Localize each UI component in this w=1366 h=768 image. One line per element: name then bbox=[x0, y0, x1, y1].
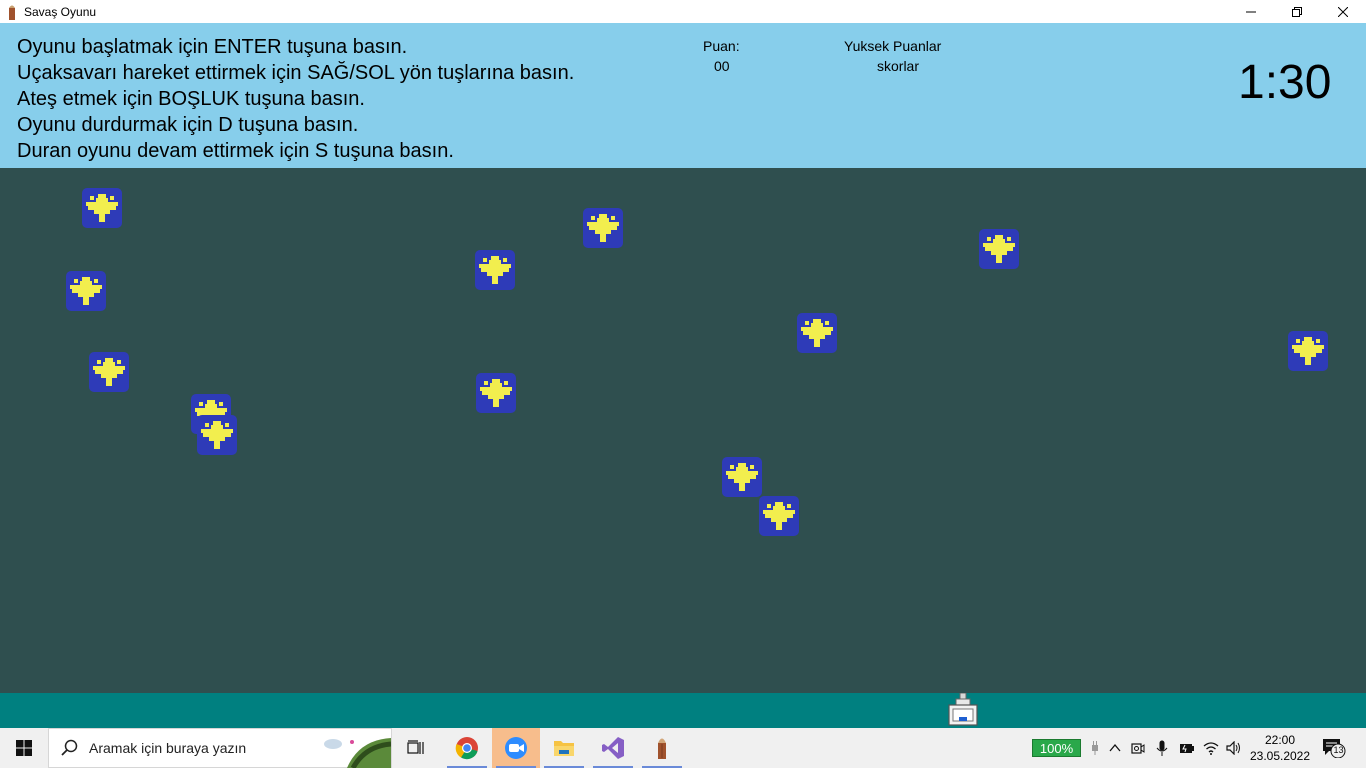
instruction-line: Oyunu durdurmak için D tuşuna basın. bbox=[17, 114, 359, 136]
chevron-up-icon bbox=[1109, 744, 1121, 752]
bullet-icon bbox=[658, 738, 666, 759]
info-panel: Oyunu başlatmak için ENTER tuşuna basın.… bbox=[0, 23, 1366, 168]
high-scores-label: Yuksek Puanlar bbox=[844, 38, 942, 54]
instruction-line: Ateş etmek için BOŞLUK tuşuna basın. bbox=[17, 88, 365, 110]
notification-center-button[interactable]: 13 bbox=[1322, 738, 1346, 759]
instruction-line: Oyunu başlatmak için ENTER tuşuna basın. bbox=[17, 36, 408, 58]
wifi-icon bbox=[1203, 742, 1219, 755]
windows-logo-icon bbox=[16, 740, 32, 756]
enemy-plane-icon bbox=[474, 371, 518, 415]
power-plug-icon bbox=[1092, 741, 1098, 755]
savas-oyunu-app[interactable] bbox=[638, 728, 686, 768]
enemy-plane-icon bbox=[473, 248, 517, 292]
close-icon bbox=[1338, 6, 1348, 17]
speaker-icon bbox=[1226, 741, 1240, 755]
wifi-tray[interactable] bbox=[1203, 740, 1219, 756]
taskbar: Aramak için buraya yazın 100% 22:00 23.0… bbox=[0, 728, 1366, 768]
volume-tray[interactable] bbox=[1226, 740, 1242, 756]
clock-time: 22:00 bbox=[1264, 733, 1296, 747]
notification-count: 13 bbox=[1333, 745, 1344, 755]
battery-charging-icon bbox=[1180, 744, 1194, 753]
enemy-plane-icon bbox=[795, 311, 839, 355]
instruction-line: Duran oyunu devam ettirmek için S tuşuna… bbox=[17, 140, 454, 162]
instructions: Oyunu başlatmak için ENTER tuşuna basın.… bbox=[17, 34, 574, 164]
chrome-app[interactable] bbox=[443, 728, 491, 768]
microphone-icon bbox=[1156, 740, 1168, 756]
enemy-plane-icon bbox=[64, 269, 108, 313]
enemy-plane-icon bbox=[1286, 329, 1330, 373]
enemy-plane-icon bbox=[720, 455, 764, 499]
window-controls bbox=[1228, 0, 1366, 23]
camera-icon bbox=[1131, 743, 1145, 754]
minimize-button[interactable] bbox=[1228, 0, 1274, 23]
camera-tray[interactable] bbox=[1130, 740, 1146, 756]
battery-indicator[interactable]: 100% bbox=[1032, 739, 1081, 757]
enemy-plane-icon bbox=[757, 494, 801, 538]
microphone-tray[interactable] bbox=[1154, 740, 1170, 756]
system-clock[interactable]: 22:00 23.05.2022 bbox=[1248, 732, 1312, 764]
power-tray[interactable] bbox=[1087, 740, 1103, 756]
visual-studio-app[interactable] bbox=[589, 728, 637, 768]
instruction-line: Uçaksavarı hareket ettirmek için SAĞ/SOL… bbox=[17, 62, 575, 84]
title-bar: Savaş Oyunu bbox=[0, 0, 1366, 23]
show-hidden-icons[interactable] bbox=[1107, 740, 1123, 756]
restore-icon bbox=[1292, 6, 1302, 17]
search-icon bbox=[61, 739, 78, 756]
window-title: Savaş Oyunu bbox=[24, 4, 97, 19]
clock-date: 23.05.2022 bbox=[1249, 749, 1311, 763]
timer: 1:30 bbox=[1238, 56, 1332, 109]
score-label: Puan: bbox=[703, 38, 740, 54]
minimize-icon bbox=[1246, 11, 1256, 12]
folder-icon bbox=[554, 741, 574, 756]
enemy-plane-icon bbox=[195, 413, 239, 457]
chrome-icon bbox=[455, 737, 478, 760]
close-button[interactable] bbox=[1320, 0, 1366, 23]
restore-button[interactable] bbox=[1274, 0, 1320, 23]
search-highlight-icon bbox=[324, 738, 391, 768]
enemy-plane-icon bbox=[977, 227, 1021, 271]
score-value: 00 bbox=[714, 58, 730, 74]
anti-aircraft-gun-icon bbox=[948, 693, 978, 726]
search-placeholder: Aramak için buraya yazın bbox=[89, 740, 247, 756]
task-view-icon bbox=[407, 740, 424, 754]
high-scores-value: skorlar bbox=[877, 58, 920, 74]
zoom-icon bbox=[505, 737, 527, 759]
start-button[interactable] bbox=[0, 728, 48, 768]
enemy-plane-icon bbox=[581, 206, 625, 250]
task-view-button[interactable] bbox=[392, 728, 440, 768]
enemy-plane-icon bbox=[80, 186, 124, 230]
search-box[interactable]: Aramak için buraya yazın bbox=[48, 728, 392, 768]
visual-studio-icon bbox=[602, 737, 624, 759]
zoom-app[interactable] bbox=[492, 728, 540, 768]
file-explorer-app[interactable] bbox=[540, 728, 588, 768]
game-area[interactable] bbox=[0, 168, 1366, 693]
battery-tray[interactable] bbox=[1179, 740, 1195, 756]
enemy-plane-icon bbox=[87, 350, 131, 394]
ground-strip bbox=[0, 693, 1366, 728]
bullet-icon bbox=[9, 5, 15, 20]
